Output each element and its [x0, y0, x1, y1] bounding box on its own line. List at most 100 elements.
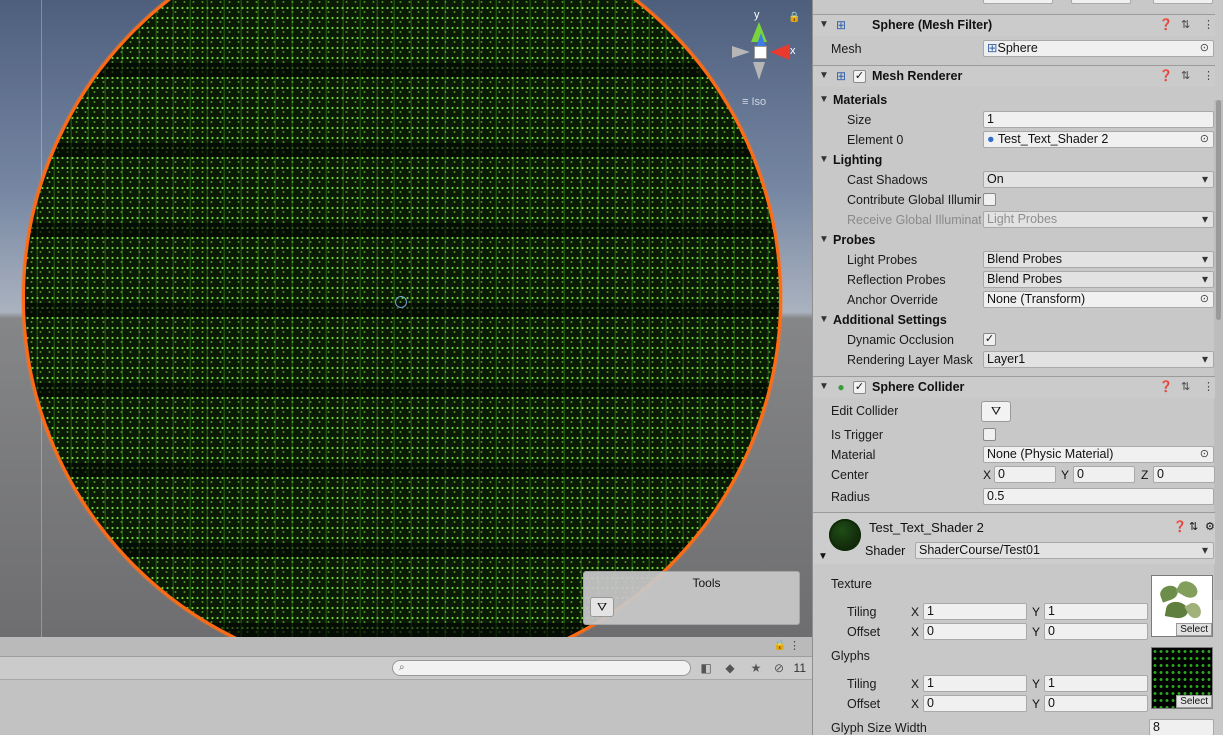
tex-offset-x-field[interactable]: 0 — [923, 623, 1027, 640]
help-icon[interactable]: ❓ — [1159, 380, 1173, 393]
center-y-field[interactable]: 0 — [1073, 466, 1135, 483]
sphere-object[interactable] — [22, 0, 782, 637]
orientation-gizmo[interactable]: 🔒 y x ≡ Iso — [728, 9, 804, 108]
z-axis-cone[interactable] — [756, 33, 766, 47]
foldout-arrow-icon[interactable]: ▼ — [819, 70, 829, 81]
lock-icon[interactable]: 🔒 — [788, 12, 800, 23]
section-title: Lighting — [833, 153, 883, 167]
radius-field[interactable]: 0.5 — [983, 488, 1214, 505]
foldout-arrow-icon[interactable]: ▼ — [819, 381, 829, 392]
lighting-section[interactable]: ▼ Lighting — [813, 150, 1215, 170]
neg-x-axis-cone[interactable] — [732, 46, 750, 58]
foldout-arrow-icon[interactable]: ▼ — [819, 314, 829, 325]
dynamic-occlusion-checkbox[interactable]: ✓ — [983, 333, 996, 346]
search-input[interactable]: ⌕ — [392, 660, 691, 676]
gizmo-center-cube[interactable] — [754, 46, 767, 59]
element0-value: Test_Text_Shader 2 — [997, 132, 1109, 146]
element0-row: Element 0 ● Test_Text_Shader 2 — [813, 130, 1215, 150]
mesh-filter-header[interactable]: ▼ ⊞ Sphere (Mesh Filter) ❓ ⇅ ⋮ — [813, 14, 1215, 36]
y-axis-label: y — [754, 9, 760, 21]
component-menu-icon[interactable]: ⋮ — [1203, 380, 1214, 393]
shader-dropdown[interactable]: ShaderCourse/Test01 — [915, 542, 1214, 559]
cast-shadows-row: Cast Shadows On — [813, 170, 1215, 190]
scale-z-field[interactable] — [1153, 0, 1213, 4]
element0-field[interactable]: ● Test_Text_Shader 2 — [983, 131, 1214, 148]
preset-icon[interactable]: ⇅ — [1181, 69, 1190, 82]
preset-icon[interactable]: ⇅ — [1189, 520, 1198, 533]
gly-offset-y-field[interactable]: 0 — [1044, 695, 1148, 712]
help-icon[interactable]: ❓ — [1173, 520, 1187, 533]
foldout-arrow-icon[interactable]: ▼ — [819, 94, 829, 105]
help-icon[interactable]: ❓ — [1159, 18, 1173, 31]
gly-tiling-x-field[interactable]: 1 — [923, 675, 1027, 692]
enabled-checkbox[interactable]: ✓ — [853, 70, 866, 83]
glyphs-offset-row: Offset X 0 Y 0 — [813, 694, 1215, 714]
rendering-layer-dropdown[interactable]: Layer1 — [983, 351, 1214, 368]
projection-toggle[interactable]: ≡ Iso — [742, 96, 766, 108]
edit-collider-label: Edit Collider — [831, 404, 899, 418]
is-trigger-row: Is Trigger — [813, 425, 1215, 445]
materials-section[interactable]: ▼ Materials — [813, 90, 1215, 110]
gly-tiling-y-field[interactable]: 1 — [1044, 675, 1148, 692]
scene-view[interactable]: 🔒 y x ≡ Iso Tools ⛛ — [0, 0, 812, 637]
preset-icon[interactable]: ⇅ — [1181, 18, 1190, 31]
center-label: Center — [831, 468, 869, 482]
edit-collider-button[interactable]: ⛛ — [981, 401, 1011, 422]
component-menu-icon[interactable]: ⋮ — [1203, 18, 1214, 31]
anchor-override-row: Anchor Override None (Transform) — [813, 290, 1215, 310]
kebab-menu-icon[interactable]: ⋮ — [789, 639, 800, 652]
additional-settings-section[interactable]: ▼ Additional Settings — [813, 310, 1215, 330]
center-z-field[interactable]: 0 — [1153, 466, 1215, 483]
settings-gear-icon[interactable]: ⚙ — [1205, 520, 1215, 533]
reflection-probes-dropdown[interactable]: Blend Probes — [983, 271, 1214, 288]
glyph-size-width-field[interactable]: 8 — [1149, 719, 1214, 735]
inspector-scrollbar[interactable] — [1214, 100, 1223, 600]
probes-section[interactable]: ▼ Probes — [813, 230, 1215, 250]
texture-tiling-row: Tiling X 1 Y 1 — [813, 602, 1215, 622]
tex-tiling-x-field[interactable]: 1 — [923, 603, 1027, 620]
light-probes-label: Light Probes — [847, 253, 918, 267]
mesh-asset-icon: ⊞ — [987, 41, 998, 55]
lock-icon[interactable]: 🔒 — [774, 640, 786, 651]
scrollbar-thumb[interactable] — [1216, 100, 1221, 320]
sphere-collider-header[interactable]: ▼ ● ✓ Sphere Collider ❓ ⇅ ⋮ — [813, 376, 1215, 398]
tex-offset-y-field[interactable]: 0 — [1044, 623, 1148, 640]
section-title: Materials — [833, 93, 888, 107]
mesh-renderer-header[interactable]: ▼ ⊞ ✓ Mesh Renderer ❓ ⇅ ⋮ — [813, 65, 1215, 87]
cast-shadows-dropdown[interactable]: On — [983, 171, 1214, 188]
scale-y-field[interactable] — [1071, 0, 1131, 4]
x-axis-label: x — [790, 45, 796, 57]
foldout-arrow-icon[interactable]: ▼ — [819, 154, 829, 165]
physic-material-field[interactable]: None (Physic Material) — [983, 446, 1214, 463]
foldout-arrow-icon[interactable]: ▼ — [819, 234, 829, 245]
component-menu-icon[interactable]: ⋮ — [1203, 69, 1214, 82]
y-label: Y — [1061, 468, 1070, 482]
x-axis-cone[interactable] — [770, 44, 790, 60]
favorites-icon[interactable]: ★ — [746, 660, 766, 677]
foldout-arrow-icon[interactable]: ▼ — [819, 19, 829, 30]
neg-y-axis-cone[interactable] — [753, 62, 765, 80]
foldout-arrow-icon[interactable]: ▼ — [818, 551, 828, 562]
size-field[interactable]: 1 — [983, 111, 1214, 128]
receive-gi-label: Receive Global Illuminat — [847, 213, 981, 227]
radius-label: Radius — [831, 490, 870, 504]
filter-by-type-icon[interactable]: ◧ — [696, 660, 716, 677]
tex-tiling-y-field[interactable]: 1 — [1044, 603, 1148, 620]
material-header[interactable]: ▼ Test_Text_Shader 2 ❓ ⇅ ⚙ Shader Shader… — [813, 512, 1215, 564]
edit-collider-tool-button[interactable]: ⛛ — [590, 597, 614, 617]
light-probes-dropdown[interactable]: Blend Probes — [983, 251, 1214, 268]
contribute-gi-checkbox[interactable] — [983, 193, 996, 206]
preset-icon[interactable]: ⇅ — [1181, 380, 1190, 393]
filter-by-label-icon[interactable]: ◆ — [720, 660, 740, 677]
mesh-renderer-icon: ⊞ — [835, 69, 847, 83]
help-icon[interactable]: ❓ — [1159, 69, 1173, 82]
is-trigger-checkbox[interactable] — [983, 428, 996, 441]
gly-offset-x-field[interactable]: 0 — [923, 695, 1027, 712]
mesh-field[interactable]: ⊞Sphere — [983, 40, 1214, 57]
anchor-override-field[interactable]: None (Transform) — [983, 291, 1214, 308]
enabled-checkbox[interactable]: ✓ — [853, 381, 866, 394]
scale-x-field[interactable] — [983, 0, 1053, 4]
center-x-field[interactable]: 0 — [994, 466, 1056, 483]
hidden-packages-icon[interactable]: ⊘ — [772, 660, 786, 677]
sphere-collider-icon: ● — [837, 380, 845, 394]
